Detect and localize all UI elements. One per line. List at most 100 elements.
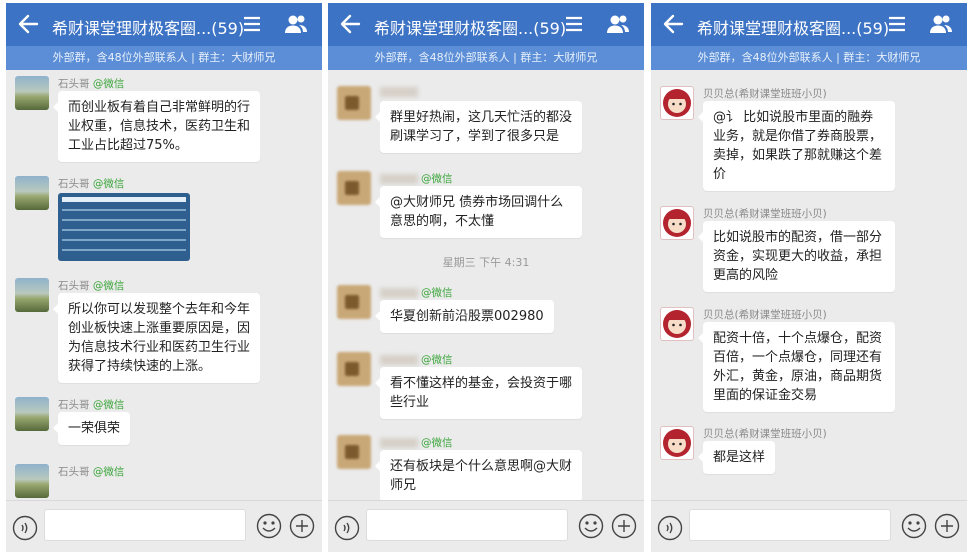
sender-name (380, 86, 421, 98)
voice-icon[interactable] (657, 515, 683, 541)
avatar[interactable] (337, 86, 371, 120)
menu-icon[interactable] (564, 14, 584, 34)
input-bar (328, 500, 644, 552)
avatar[interactable] (15, 464, 49, 498)
avatar[interactable] (337, 171, 371, 205)
message-bubble[interactable]: 而创业板有着自己非常鲜明的行业权重，信息技术，医药卫生和工业占比超过75%。 (53, 91, 260, 162)
image-title-bar (62, 197, 186, 202)
message-input[interactable] (689, 509, 891, 541)
menu-icon[interactable] (242, 14, 262, 34)
sender-name: @微信 (380, 352, 453, 367)
screenshot-collage: 希财课堂理财极客圈...(59) 外部群，含48位外部联系人 | 群主：大财师兄… (0, 0, 972, 556)
message-bubble[interactable]: 一荣俱荣 (52, 412, 131, 445)
sender-nickname: 石头哥 (58, 178, 90, 190)
avatar[interactable] (660, 307, 694, 341)
sender-nickname: 石头哥 (58, 399, 90, 411)
message-bubble[interactable]: 都是这样 (697, 441, 776, 474)
redacted-name (380, 355, 418, 365)
sender-name: 贝贝总(希财课堂班班小贝) (703, 309, 827, 321)
wechat-tag: @微信 (421, 287, 453, 299)
plus-icon[interactable] (934, 513, 960, 539)
message-bubble[interactable]: 还有板块是个什么意思啊@大财师兄 (375, 450, 582, 502)
image-table-row (62, 219, 186, 221)
chat-title: 希财课堂理财极客圈...(59) (52, 19, 245, 38)
message-bubble[interactable]: 所以你可以发现整个去年和今年创业板快速上涨重要原因是，因为信息技术行业和医药卫生… (53, 293, 260, 383)
message-bubble[interactable]: 群里好热闹，这几天忙活的都没刷课学习了，学到了很多只是 (375, 101, 582, 153)
group-info-bar: 外部群，含48位外部联系人 | 群主：大财师兄 (651, 46, 967, 70)
sender-name: 贝贝总(希财课堂班班小贝) (703, 88, 827, 100)
plus-icon[interactable] (611, 513, 637, 539)
input-bar (651, 500, 967, 552)
image-message[interactable] (58, 193, 190, 261)
redacted-name (380, 288, 418, 298)
message-list[interactable]: 群里好热闹，这几天忙活的都没刷课学习了，学到了很多只是 @微信 @大财师兄 债券… (328, 70, 644, 502)
sender-name: 石头哥 @微信 (58, 397, 124, 412)
back-arrow-icon[interactable] (662, 12, 684, 36)
sender-name: @微信 (380, 285, 453, 300)
back-arrow-icon[interactable] (339, 12, 361, 36)
wechat-tag: @微信 (92, 78, 125, 90)
menu-icon[interactable] (887, 14, 907, 34)
voice-icon[interactable] (12, 515, 38, 541)
avatar[interactable] (660, 206, 694, 240)
sender-name: @微信 (380, 171, 453, 186)
message-bubble[interactable]: 比如说股市的配资，借一部分资金，实现更大的收益，承担更高的风险 (698, 221, 895, 292)
message-bubble[interactable]: 看不懂这样的基金，会投资于哪些行业 (375, 367, 582, 419)
group-members-icon[interactable] (606, 14, 630, 34)
emoji-icon[interactable] (256, 513, 282, 539)
cartoon-girl-icon (663, 429, 691, 457)
message-bubble[interactable]: 配资十倍，十个点爆仓，配资百倍，一个点爆仓，同理还有外汇，黄金，原油，商品期货里… (698, 322, 895, 412)
wechat-tag: @微信 (92, 178, 125, 190)
plus-icon[interactable] (289, 513, 315, 539)
message-bubble[interactable]: @大财师兄 债券市场回调什么意思的啊，不太懂 (375, 186, 582, 238)
image-table-row (62, 249, 186, 251)
group-info-bar: 外部群，含48位外部联系人 | 群主：大财师兄 (328, 46, 644, 70)
avatar[interactable] (337, 285, 371, 319)
group-members-icon[interactable] (929, 14, 953, 34)
sender-name: 石头哥 @微信 (58, 464, 124, 479)
message-bubble[interactable]: 华夏创新前沿股票002980 (375, 300, 554, 333)
wechat-tag: @微信 (421, 354, 453, 366)
message-input[interactable] (366, 509, 568, 541)
avatar[interactable] (660, 426, 694, 460)
wechat-tag: @微信 (421, 173, 453, 185)
avatar[interactable] (337, 435, 371, 469)
avatar[interactable] (15, 176, 49, 210)
message-bubble[interactable]: @讠 比如说股市里面的融券业务，就是你借了券商股票，卖掉，如果跌了那就赚这个差价 (698, 101, 895, 191)
sender-name: 石头哥 @微信 (58, 76, 124, 91)
sender-name: 贝贝总(希财课堂班班小贝) (703, 428, 827, 440)
message-input[interactable] (44, 509, 246, 541)
message-list[interactable]: 石头哥 @微信 而创业板有着自己非常鲜明的行业权重，信息技术，医药卫生和工业占比… (6, 70, 322, 500)
avatar[interactable] (15, 397, 49, 431)
wechat-tag: @微信 (92, 280, 125, 292)
sender-nickname: 石头哥 (58, 280, 90, 292)
group-info-bar: 外部群，含48位外部联系人 | 群主：大财师兄 (6, 46, 322, 70)
sender-name: 石头哥 @微信 (58, 176, 124, 191)
redacted-name (380, 174, 418, 184)
image-table-row (62, 209, 186, 211)
emoji-icon[interactable] (578, 513, 604, 539)
back-arrow-icon[interactable] (17, 12, 39, 36)
header-bar: 希财课堂理财极客圈...(59) (6, 3, 322, 46)
emoji-icon[interactable] (901, 513, 927, 539)
group-members-icon[interactable] (284, 14, 308, 34)
wechat-tag: @微信 (421, 437, 453, 449)
sender-nickname: 石头哥 (58, 78, 90, 90)
chat-panel-2: 希财课堂理财极客圈...(59) 外部群，含48位外部联系人 | 群主：大财师兄… (328, 3, 644, 552)
image-table-row (62, 229, 186, 231)
sender-name: @微信 (380, 435, 453, 450)
time-divider: 星期三 下午 4:31 (442, 256, 530, 269)
cartoon-girl-icon (663, 89, 691, 117)
voice-icon[interactable] (334, 515, 360, 541)
avatar[interactable] (15, 76, 49, 110)
message-list[interactable]: 贝贝总(希财课堂班班小贝) @讠 比如说股市里面的融券业务，就是你借了券商股票，… (651, 70, 967, 500)
sender-name: 石头哥 @微信 (58, 278, 124, 293)
header-bar: 希财课堂理财极客圈...(59) (651, 3, 967, 46)
cartoon-girl-icon (663, 310, 691, 338)
sender-name: 贝贝总(希财课堂班班小贝) (703, 208, 827, 220)
redacted-name (380, 87, 418, 97)
avatar[interactable] (15, 278, 49, 312)
header-bar: 希财课堂理财极客圈...(59) (328, 3, 644, 46)
avatar[interactable] (660, 86, 694, 120)
avatar[interactable] (337, 352, 371, 386)
